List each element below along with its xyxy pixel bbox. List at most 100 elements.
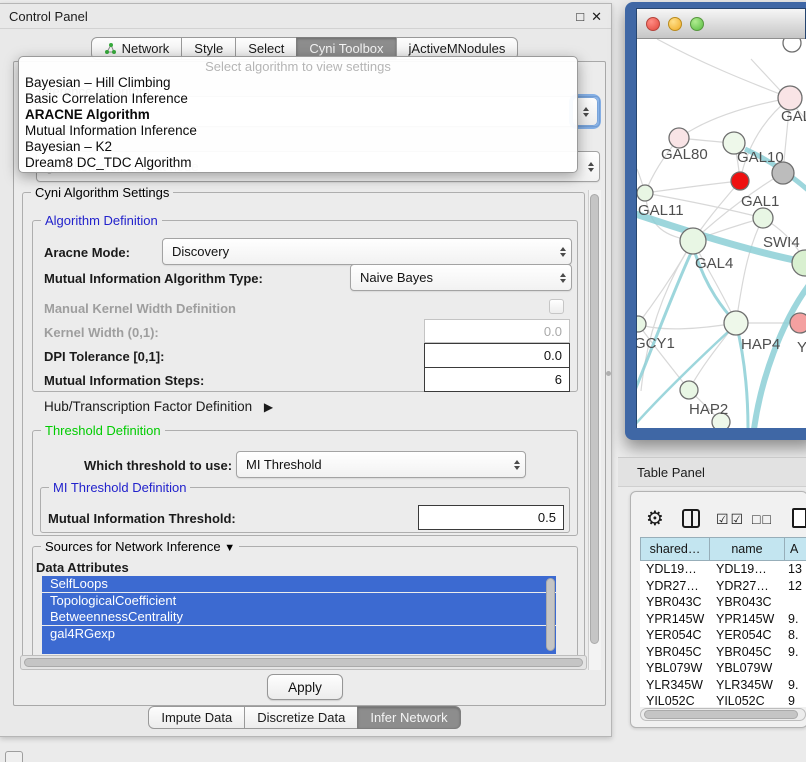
minimized-panel-grip[interactable]	[5, 751, 23, 762]
kernel-width-field[interactable]: 0.0	[424, 319, 570, 343]
column-header-clipped[interactable]: A	[784, 537, 806, 561]
threshold-definition-title: Threshold Definition	[41, 423, 165, 438]
table-panel-titlebar: Table Panel	[618, 457, 806, 487]
list-item[interactable]: gal4RGexp	[42, 626, 556, 655]
algorithm-definition-title: Algorithm Definition	[41, 213, 162, 228]
cell: YBR045C	[716, 644, 786, 661]
float-window-icon[interactable]: □	[576, 10, 584, 23]
bottom-tabbar: Impute Data Discretize Data Infer Networ…	[0, 706, 610, 729]
network-canvas[interactable]: GAL80 GAL10 GAL1 GAL11 GAL4 SWI4 GCY1 HA…	[637, 39, 806, 428]
zoom-window-button[interactable]	[690, 17, 704, 31]
aracne-mode-combobox[interactable]: Discovery	[162, 238, 572, 265]
deselect-all-checkboxes-icon[interactable]: □□	[752, 511, 773, 527]
node-gal11[interactable]	[637, 185, 653, 201]
dropdown-item[interactable]: Basic Correlation Inference	[19, 91, 577, 107]
cell: 9.	[788, 677, 806, 694]
manual-kernel-width-label: Manual Kernel Width Definition	[44, 301, 236, 316]
mi-threshold-value: 0.5	[538, 510, 556, 525]
node-gal4[interactable]	[680, 228, 706, 254]
close-window-button[interactable]	[646, 17, 660, 31]
mi-algorithm-type-label: Mutual Information Algorithm Type:	[44, 271, 263, 286]
mi-threshold-field[interactable]: 0.5	[418, 505, 564, 530]
node-gal1[interactable]	[753, 208, 773, 228]
column-header-name[interactable]: name	[709, 537, 785, 561]
dropdown-item[interactable]: Bayesian – K2	[19, 139, 577, 155]
node-hap2[interactable]	[680, 381, 698, 399]
cell: YDR27…	[716, 578, 786, 595]
dpi-tolerance-field[interactable]: 0.0	[424, 343, 570, 368]
combo-arrows-icon	[514, 460, 520, 470]
list-item[interactable]: TopologicalCoefficient	[42, 593, 556, 609]
node-label: HAP2	[689, 401, 728, 418]
node-gal80[interactable]	[669, 128, 689, 148]
which-threshold-combobox[interactable]: MI Threshold	[236, 451, 526, 478]
sources-title-label: Sources for Network Inference	[45, 539, 221, 554]
dropdown-item[interactable]: Mutual Information Inference	[19, 123, 577, 139]
combo-arrows-icon	[583, 107, 589, 117]
node[interactable]	[783, 39, 801, 52]
mi-steps-value: 6	[555, 372, 562, 387]
mi-threshold-definition-title: MI Threshold Definition	[49, 480, 190, 495]
dropdown-item[interactable]: Bayesian – Hill Climbing	[19, 75, 577, 91]
list-item[interactable]: BetweennessCentrality	[42, 609, 556, 625]
table-row[interactable]: YBL079WYBL079W	[640, 660, 806, 677]
table-row[interactable]: YBR045CYBR045C9.	[640, 644, 806, 661]
tab-discretize-data[interactable]: Discretize Data	[244, 706, 358, 729]
table-function-icon[interactable]	[792, 508, 806, 528]
minimize-window-button[interactable]	[668, 17, 682, 31]
list-item[interactable]: SelfLoops	[42, 576, 556, 592]
table-row[interactable]: YDR27…YDR27…12	[640, 578, 806, 595]
table-row[interactable]: YDL19…YDL19…13	[640, 561, 806, 578]
control-panel-titlebar: Control Panel □ ✕	[0, 4, 611, 29]
dropdown-item-selected[interactable]: ARACNE Algorithm	[19, 107, 577, 123]
cyni-algorithm-settings-title: Cyni Algorithm Settings	[31, 185, 173, 200]
node-hap4[interactable]	[724, 311, 748, 335]
dropdown-item[interactable]: Dream8 DC_TDC Algorithm	[19, 155, 577, 171]
network-window-titlebar[interactable]	[637, 9, 805, 39]
apply-button[interactable]: Apply	[267, 674, 343, 700]
table-row[interactable]: YBR043C YBR043C	[640, 594, 806, 611]
expand-right-icon: ▶	[264, 400, 273, 414]
table-row[interactable]: YIL052CYIL052C9	[640, 693, 806, 707]
cell: 8.	[788, 627, 806, 644]
cell	[788, 594, 806, 611]
cell: YPR145W	[716, 611, 786, 628]
sources-group-title[interactable]: Sources for Network Inference ▼	[41, 539, 239, 554]
cell: YBR043C	[716, 594, 786, 611]
table-row[interactable]: YLR345WYLR345W9.	[640, 677, 806, 694]
table-body: YDL19…YDL19…13 YDR27…YDR27…12 YBR043CYBR…	[640, 561, 806, 707]
tab-impute-data-label: Impute Data	[161, 710, 232, 725]
list-scrollbar-thumb[interactable]	[546, 578, 555, 651]
tab-infer-network[interactable]: Infer Network	[357, 706, 460, 729]
tab-impute-data[interactable]: Impute Data	[148, 706, 245, 729]
cell: YBR043C	[646, 594, 708, 611]
node-swi4[interactable]	[792, 250, 806, 276]
column-layout-icon[interactable]	[682, 509, 700, 528]
horizontal-scrollbar-thumb[interactable]	[24, 658, 583, 667]
mi-steps-field[interactable]: 6	[424, 367, 570, 392]
select-all-checkboxes-icon[interactable]: ☑☑	[716, 511, 745, 528]
table-row[interactable]: YER054CYER054C8.	[640, 627, 806, 644]
cell: YIL052C	[716, 693, 786, 707]
cell: 9.	[788, 611, 806, 628]
manual-kernel-width-checkbox[interactable]	[549, 299, 564, 314]
mi-steps-label: Mutual Information Steps:	[44, 373, 204, 388]
node-gcy1[interactable]	[637, 316, 646, 332]
node-red[interactable]	[731, 172, 749, 190]
column-header-shared-name[interactable]: shared…	[640, 537, 710, 561]
close-panel-icon[interactable]: ✕	[591, 10, 602, 23]
mi-algorithm-type-combobox[interactable]: Naive Bayes	[350, 264, 572, 291]
combo-arrows-icon	[588, 162, 594, 172]
table-row[interactable]: YPR145WYPR145W9.	[640, 611, 806, 628]
gear-icon[interactable]: ⚙	[646, 506, 664, 531]
panel-splitter-handle[interactable]	[606, 371, 611, 376]
tab-jactivemnodules-label: jActiveMNodules	[409, 41, 506, 56]
mi-threshold-label: Mutual Information Threshold:	[48, 511, 236, 526]
node-label: GAL1	[741, 193, 779, 210]
network-graph: GAL80 GAL10 GAL1 GAL11 GAL4 SWI4 GCY1 HA…	[637, 39, 806, 428]
node-pink[interactable]	[790, 313, 806, 333]
hub-definition-expander[interactable]: Hub/Transcription Factor Definition ▶	[44, 399, 273, 414]
node-gal[interactable]	[778, 86, 802, 110]
vertical-scrollbar-thumb[interactable]	[590, 194, 599, 644]
table-scrollbar-thumb[interactable]	[644, 710, 798, 719]
